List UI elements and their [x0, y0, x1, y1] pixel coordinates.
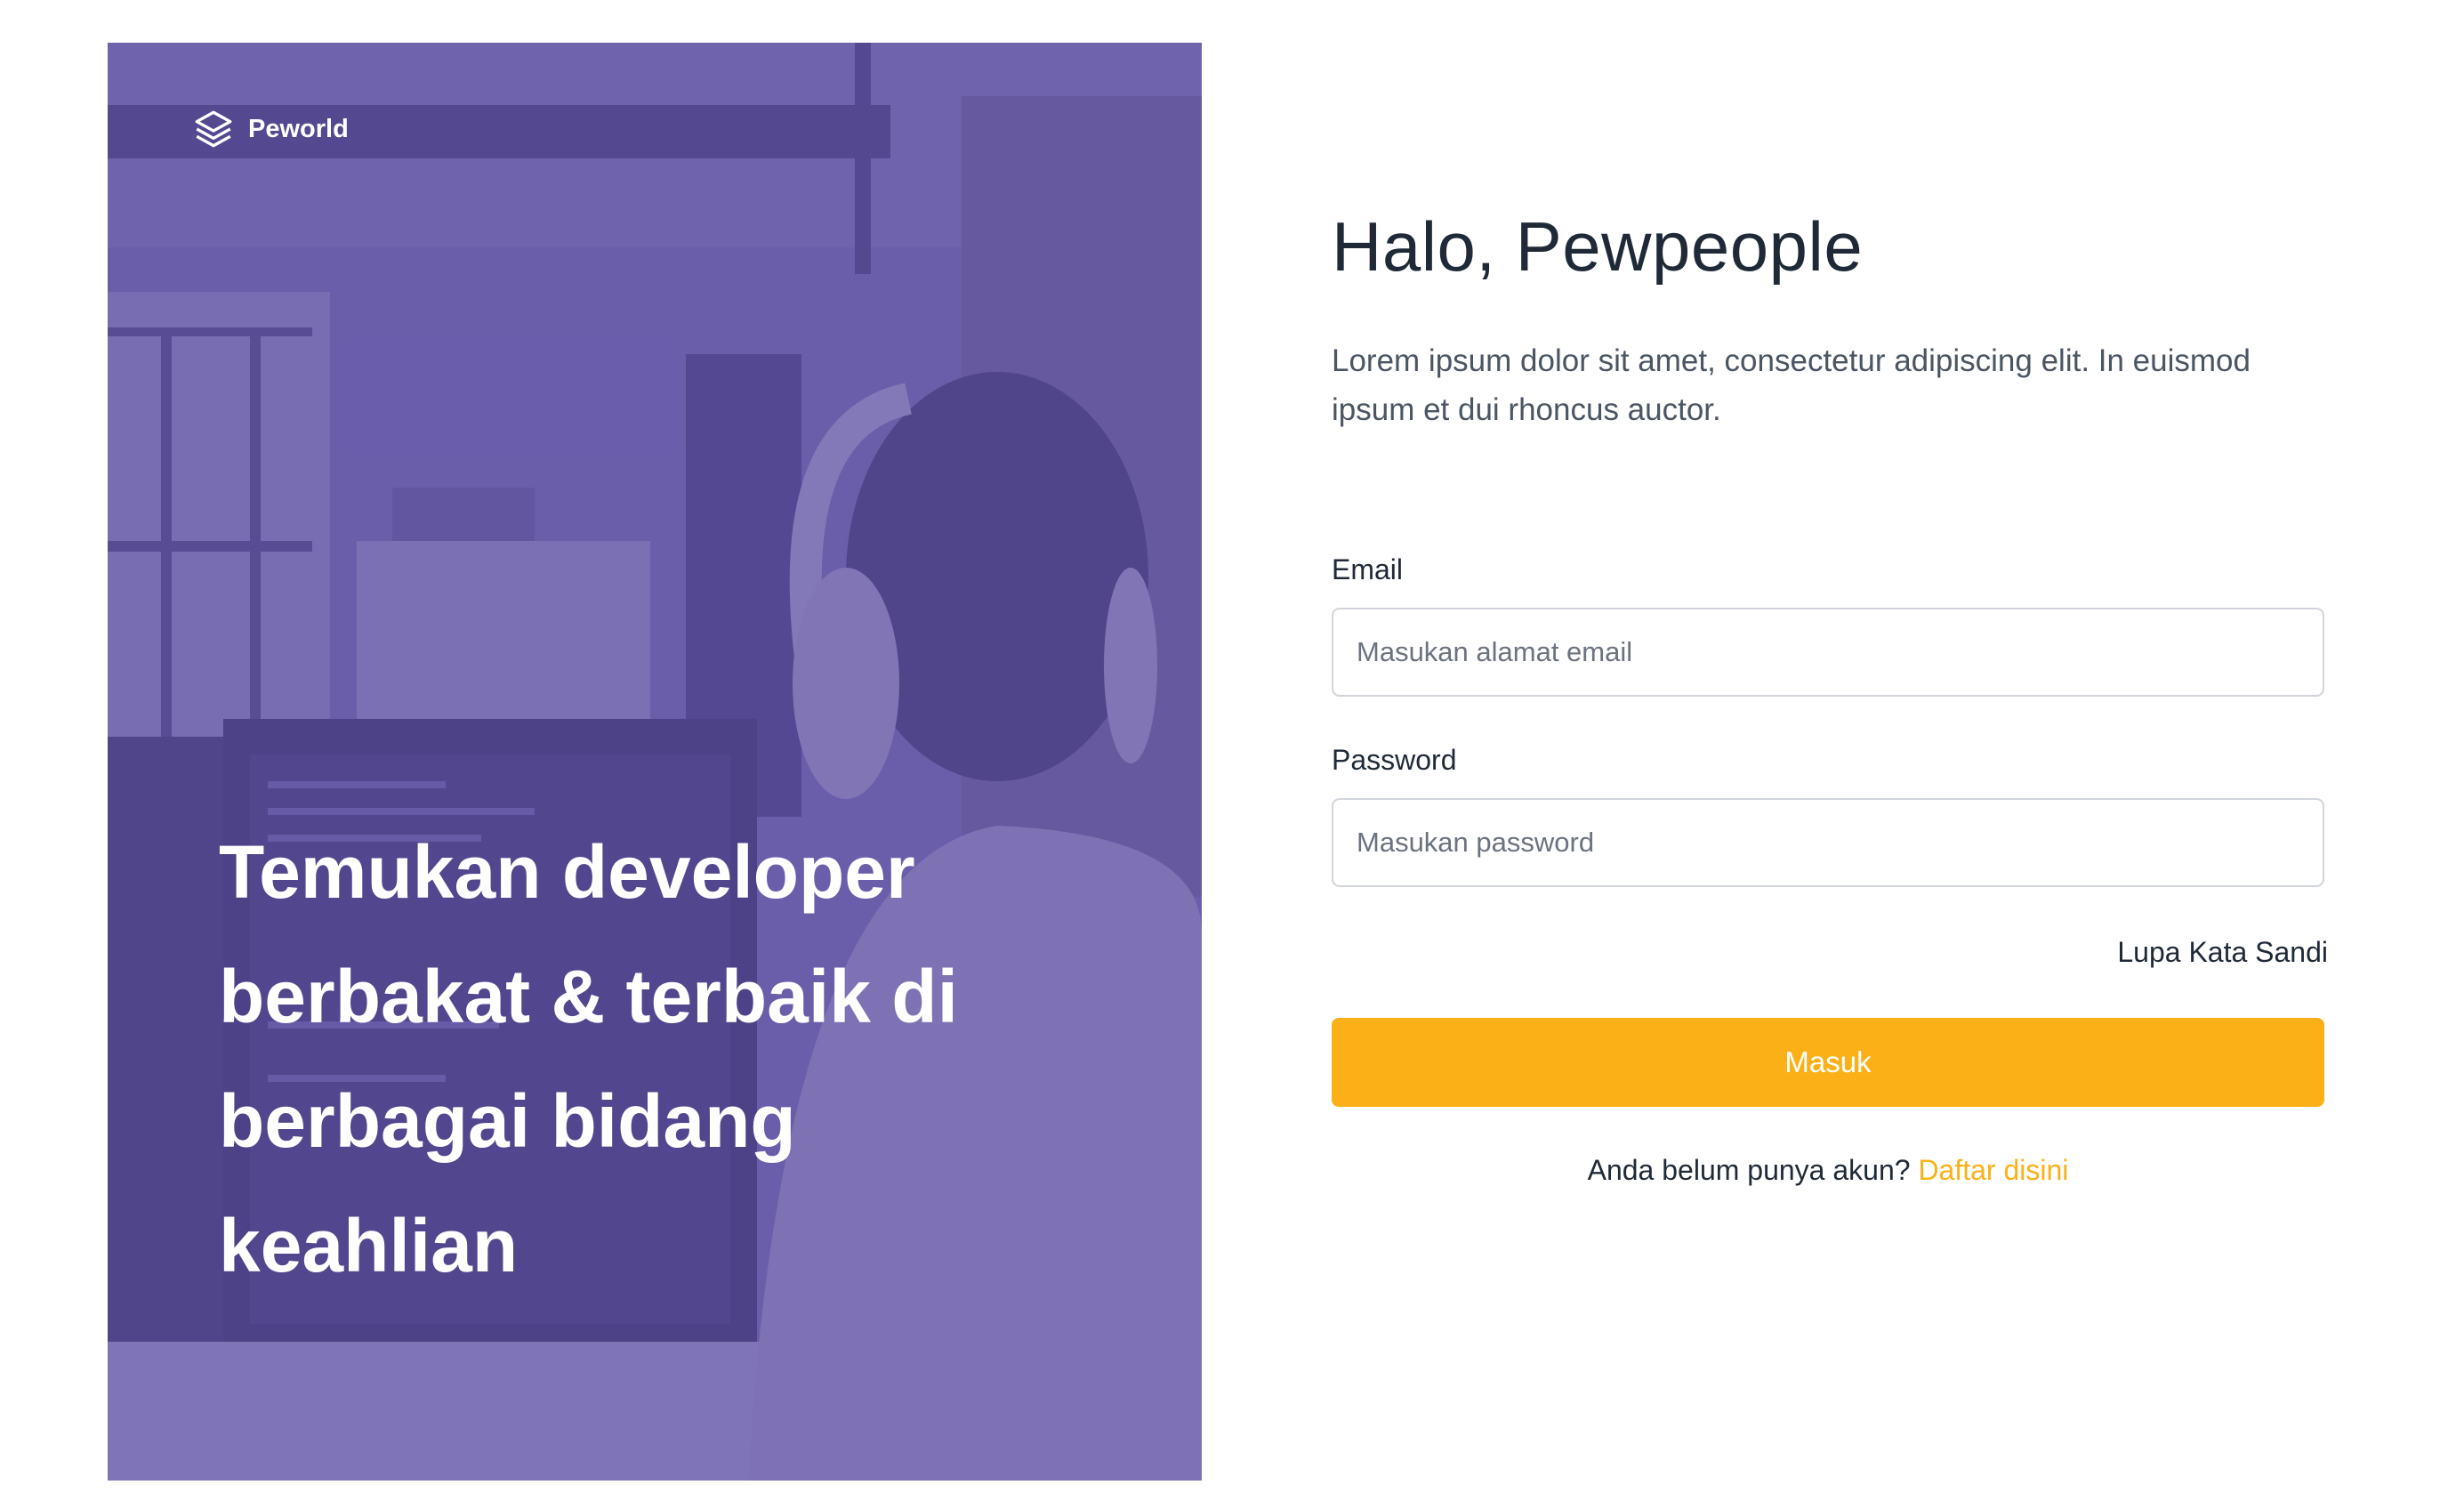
brand-logo: Peworld: [191, 107, 349, 151]
password-label: Password: [1332, 744, 1457, 776]
login-page: Peworld Temukan developer berbakat & ter…: [0, 0, 2464, 1509]
layers-icon: [195, 110, 232, 148]
hero-panel: Peworld Temukan developer berbakat & ter…: [108, 43, 1202, 1481]
password-input[interactable]: [1332, 798, 2324, 887]
login-form-panel: Halo, Pewpeople Lorem ipsum dolor sit am…: [1332, 0, 2328, 1509]
signup-row: Anda belum punya akun? Daftar disini: [1332, 1154, 2324, 1187]
signup-link[interactable]: Daftar disini: [1918, 1154, 2068, 1186]
login-button[interactable]: Masuk: [1332, 1018, 2324, 1107]
page-title: Halo, Pewpeople: [1332, 207, 1864, 286]
email-input[interactable]: [1332, 608, 2324, 697]
signup-prompt: Anda belum punya akun?: [1587, 1154, 1919, 1186]
email-label: Email: [1332, 553, 1404, 585]
intro-text: Lorem ipsum dolor sit amet, consectetur …: [1332, 343, 2251, 427]
hero-headline: Temukan developer berbakat & terbaik di …: [219, 830, 958, 1287]
brand-name: Peworld: [248, 114, 349, 143]
forgot-password-link[interactable]: Lupa Kata Sandi: [2117, 936, 2328, 969]
